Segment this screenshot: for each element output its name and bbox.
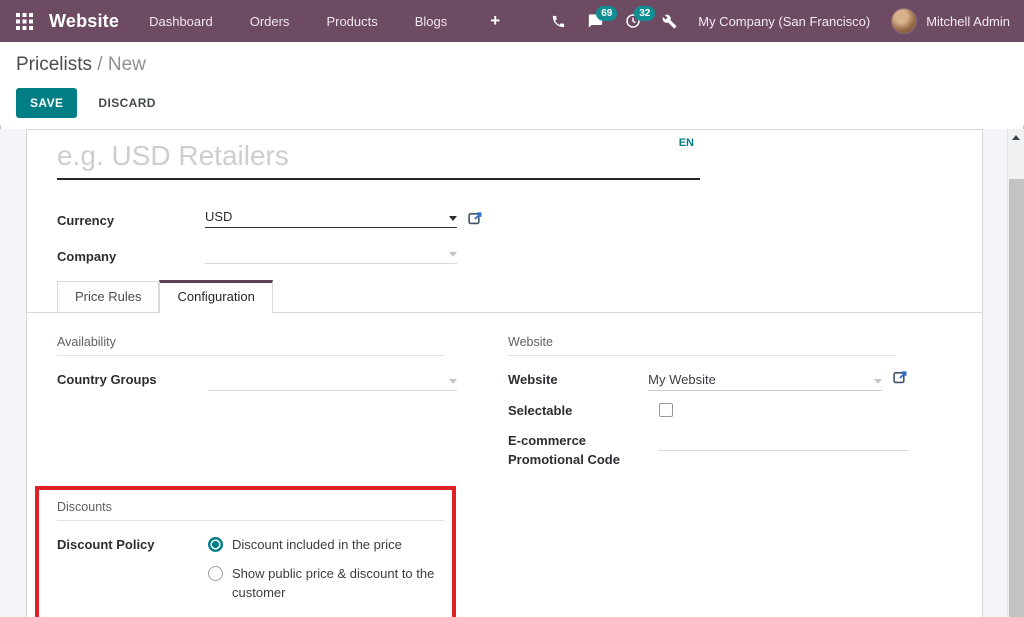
activities-badge: 32	[634, 6, 655, 21]
form-view: EN Currency USD Company	[0, 129, 1024, 617]
nav-products[interactable]: Products	[326, 14, 377, 29]
new-content-plus-icon[interactable]: +	[490, 11, 500, 31]
promo-code-row: E-commerce Promotional Code	[508, 431, 908, 470]
discounts-group-title: Discounts	[57, 500, 445, 521]
discount-policy-row: Discount Policy Discount included in the…	[57, 535, 452, 604]
tab-configuration[interactable]: Configuration	[159, 280, 272, 313]
website-field[interactable]: My Website	[648, 370, 882, 391]
discount-policy-options: Discount included in the price Show publ…	[208, 535, 447, 604]
activities-clock-icon[interactable]: 32	[625, 13, 641, 29]
scroll-up-arrow-icon[interactable]	[1008, 129, 1024, 145]
policy-option-show-public-label: Show public price & discount to the cust…	[232, 565, 447, 603]
nav-dashboard[interactable]: Dashboard	[149, 14, 213, 29]
save-button[interactable]: SAVE	[16, 88, 77, 118]
country-groups-label: Country Groups	[57, 370, 208, 390]
currency-row: Currency USD	[57, 206, 982, 228]
availability-group: Availability Country Groups	[57, 335, 457, 480]
translation-badge[interactable]: EN	[679, 137, 694, 149]
chevron-down-icon	[449, 216, 457, 221]
policy-option-show-public[interactable]: Show public price & discount to the cust…	[208, 565, 447, 603]
promo-code-label: E-commerce Promotional Code	[508, 432, 633, 470]
company-field[interactable]	[205, 243, 457, 264]
currency-value: USD	[205, 209, 232, 224]
selectable-row: Selectable	[508, 401, 908, 421]
form-sheet: EN Currency USD Company	[26, 129, 983, 617]
scrollbar-thumb[interactable]	[1009, 179, 1024, 617]
website-label: Website	[508, 370, 648, 390]
top-navbar: Website Dashboard Orders Products Blogs …	[0, 0, 1024, 42]
form-actions: SAVE DISCARD	[16, 88, 1008, 118]
pricelist-name-input[interactable]	[57, 136, 700, 180]
radio-button-icon[interactable]	[208, 566, 223, 581]
control-panel: Pricelists / New SAVE DISCARD	[0, 42, 1024, 125]
company-switcher[interactable]: My Company (San Francisco)	[698, 14, 870, 29]
breadcrumb: Pricelists / New	[16, 54, 1008, 77]
pricelist-name-block: EN	[57, 136, 700, 180]
company-label: Company	[57, 249, 205, 264]
systray: 69 32 My Company (San Francisco) Mitchel…	[551, 8, 1010, 34]
odoo-window: Website Dashboard Orders Products Blogs …	[0, 0, 1024, 617]
selectable-label: Selectable	[508, 401, 659, 421]
website-group-title: Website	[508, 335, 896, 356]
chevron-down-icon	[449, 379, 457, 384]
discount-policy-label: Discount Policy	[57, 535, 208, 555]
configuration-panel: Availability Country Groups Website	[27, 313, 982, 617]
external-link-icon[interactable]	[893, 370, 908, 387]
discard-button[interactable]: DISCARD	[92, 88, 161, 118]
website-group: Website Website My Website	[508, 335, 908, 480]
country-groups-row: Country Groups	[57, 370, 457, 391]
availability-group-title: Availability	[57, 335, 445, 356]
apps-menu-icon[interactable]	[16, 13, 33, 30]
tools-wrench-icon[interactable]	[662, 14, 677, 29]
user-avatar[interactable]	[891, 8, 917, 34]
policy-option-included[interactable]: Discount included in the price	[208, 536, 447, 555]
website-value: My Website	[648, 372, 716, 387]
vertical-scrollbar[interactable]	[1007, 129, 1024, 617]
discounts-highlight-box: Discounts Discount Policy Discount inclu…	[35, 486, 456, 617]
chevron-down-icon	[874, 379, 882, 384]
breadcrumb-current: New	[108, 54, 146, 75]
app-brand[interactable]: Website	[49, 11, 119, 32]
messages-badge: 69	[596, 6, 617, 21]
breadcrumb-separator: /	[97, 54, 102, 75]
country-groups-field[interactable]	[208, 370, 457, 391]
main-menu: Dashboard Orders Products Blogs +	[149, 11, 500, 31]
company-row: Company	[57, 242, 982, 264]
radio-button-icon[interactable]	[208, 537, 223, 552]
messages-icon[interactable]: 69	[587, 13, 604, 29]
breadcrumb-pricelists[interactable]: Pricelists	[16, 54, 92, 75]
currency-label: Currency	[57, 213, 205, 228]
tab-bar: Price Rules Configuration	[27, 280, 982, 313]
policy-option-included-label: Discount included in the price	[232, 536, 402, 555]
notebook: Price Rules Configuration Availability C…	[27, 280, 982, 617]
user-menu[interactable]: Mitchell Admin	[926, 14, 1010, 29]
currency-field[interactable]: USD	[205, 209, 457, 228]
nav-orders[interactable]: Orders	[250, 14, 290, 29]
promo-code-input[interactable]	[658, 431, 908, 451]
website-row: Website My Website	[508, 370, 908, 391]
external-link-icon[interactable]	[468, 211, 483, 228]
phone-icon[interactable]	[551, 14, 566, 29]
selectable-checkbox[interactable]	[659, 403, 673, 417]
tab-price-rules[interactable]: Price Rules	[57, 281, 159, 312]
chevron-down-icon	[449, 252, 457, 257]
nav-blogs[interactable]: Blogs	[415, 14, 448, 29]
